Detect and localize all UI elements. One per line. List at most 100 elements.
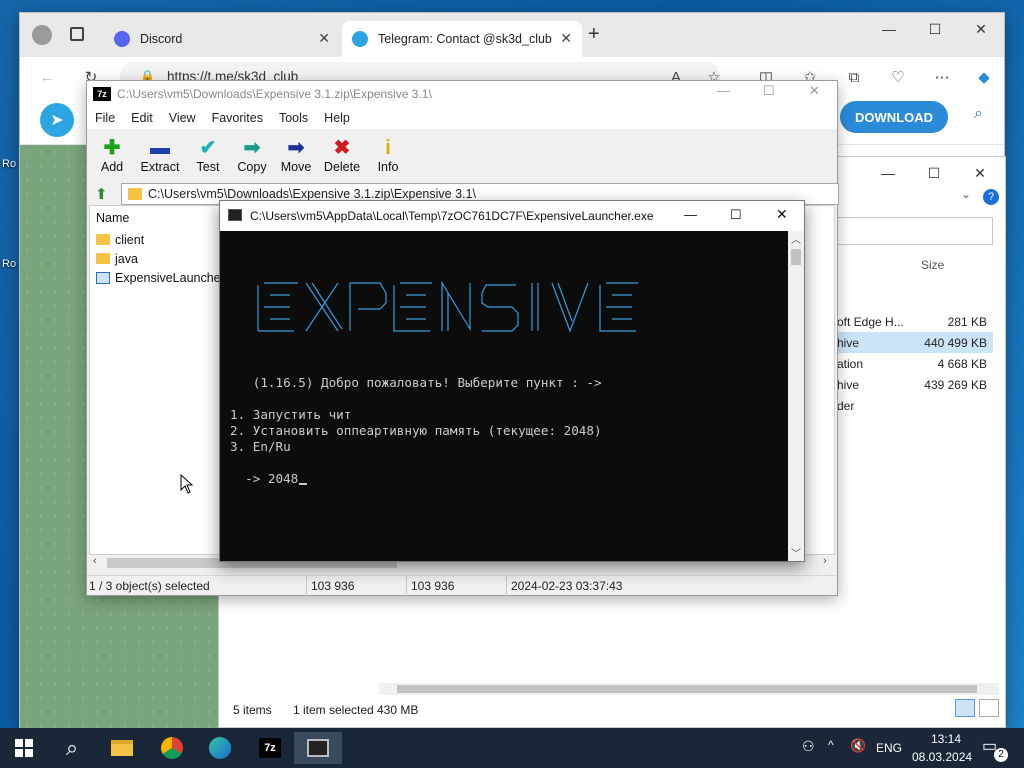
- menu-bar: File Edit View Favorites Tools Help: [87, 107, 837, 129]
- menu-view[interactable]: View: [169, 111, 196, 125]
- status-bar: 1 / 3 object(s) selected 103 936 103 936…: [87, 575, 837, 596]
- scroll-left-icon[interactable]: ‹: [93, 555, 97, 567]
- close-tab-icon[interactable]: ✕: [560, 30, 572, 47]
- info-button[interactable]: i Info: [369, 129, 407, 181]
- exe-file-icon: [96, 271, 110, 284]
- console-line: 1. Запустить чит: [230, 407, 352, 422]
- menu-file[interactable]: File: [95, 111, 115, 125]
- close-button[interactable]: ✕: [957, 157, 1003, 189]
- list-item[interactable]: hive 440 499 KB: [837, 332, 993, 353]
- volume-muted-icon[interactable]: 🔇: [850, 738, 866, 754]
- menu-favorites[interactable]: Favorites: [212, 111, 263, 125]
- list-item[interactable]: oft Edge H... 281 KB: [837, 311, 993, 332]
- browser-essentials-icon[interactable]: ♡: [887, 66, 909, 88]
- download-button[interactable]: DOWNLOAD: [840, 101, 948, 133]
- menu-tools[interactable]: Tools: [279, 111, 308, 125]
- taskbar-chrome[interactable]: [148, 732, 196, 764]
- collections-icon[interactable]: ⧉: [843, 66, 865, 88]
- back-icon[interactable]: ←: [36, 66, 58, 88]
- telegram-logo-icon[interactable]: ➤: [40, 103, 74, 137]
- copilot-icon[interactable]: ◆: [973, 66, 995, 88]
- taskbar-file-explorer[interactable]: [98, 732, 146, 764]
- new-tab-button[interactable]: +: [588, 23, 600, 46]
- maximize-button[interactable]: ☐: [911, 157, 957, 189]
- scroll-down-icon[interactable]: ﹀: [791, 545, 801, 560]
- large-icons-view-icon[interactable]: [979, 699, 999, 717]
- minimize-button[interactable]: —: [717, 83, 730, 98]
- clock-date[interactable]: 08.03.2024: [912, 750, 972, 764]
- clock-time[interactable]: 13:14: [924, 732, 968, 746]
- copy-icon: ➡: [243, 137, 261, 159]
- start-button[interactable]: [0, 732, 48, 764]
- button-label: Delete: [323, 160, 361, 174]
- test-button[interactable]: ✔ Test: [189, 129, 227, 181]
- list-item[interactable]: ation 4 668 KB: [837, 353, 993, 374]
- search-input[interactable]: [837, 217, 993, 245]
- delete-icon: ✖: [333, 137, 351, 159]
- scroll-up-icon[interactable]: ︿: [791, 231, 801, 246]
- close-tab-icon[interactable]: ✕: [318, 30, 330, 47]
- telegram-icon: [352, 31, 368, 47]
- taskbar-console[interactable]: [294, 732, 342, 764]
- show-hidden-icons-icon[interactable]: ^: [828, 738, 834, 752]
- folder-icon: [111, 740, 133, 756]
- button-label: Test: [196, 160, 220, 174]
- close-button[interactable]: ✕: [776, 206, 788, 223]
- chevron-down-icon[interactable]: ⌄: [961, 187, 971, 201]
- status-items: 5 items: [233, 703, 272, 717]
- path-text: C:\Users\vm5\Downloads\Expensive 3.1.zip…: [148, 187, 476, 201]
- item-size: 281 KB: [947, 314, 987, 329]
- language-indicator[interactable]: ENG: [876, 741, 902, 755]
- status-size: 430 MB: [377, 703, 419, 717]
- search-icon[interactable]: ⌕: [974, 105, 983, 123]
- console-icon: [307, 739, 329, 757]
- taskbar-edge[interactable]: [196, 732, 244, 764]
- scrollbar-thumb[interactable]: [791, 249, 801, 265]
- tab-discord[interactable]: Discord ✕: [104, 21, 340, 57]
- column-size[interactable]: Size: [921, 258, 944, 272]
- maximize-button[interactable]: ☐: [730, 207, 742, 223]
- details-view-icon[interactable]: [955, 699, 975, 717]
- delete-button[interactable]: ✖ Delete: [321, 129, 363, 181]
- profile-avatar[interactable]: [32, 25, 52, 45]
- menu-edit[interactable]: Edit: [131, 111, 153, 125]
- status-modified: 2024-02-23 03:37:43: [511, 578, 623, 593]
- minimize-button[interactable]: —: [866, 13, 912, 45]
- desktop-icon-label[interactable]: Ro: [2, 258, 16, 270]
- scrollbar-thumb[interactable]: [397, 685, 977, 693]
- menu-help[interactable]: Help: [324, 111, 350, 125]
- maximize-button[interactable]: ☐: [763, 83, 775, 99]
- button-label: Info: [377, 160, 399, 174]
- console-output[interactable]: (1.16.5) Добро пожаловать! Выберите пунк…: [220, 231, 788, 561]
- move-button[interactable]: ➡ Move: [277, 129, 315, 181]
- horizontal-scrollbar[interactable]: [379, 683, 999, 695]
- list-item[interactable]: der: [837, 395, 993, 416]
- list-item[interactable]: hive 439 269 KB: [837, 374, 993, 395]
- tab-actions-icon[interactable]: [70, 27, 84, 41]
- desktop-icon-label[interactable]: Ro: [2, 158, 16, 170]
- item-name: hive: [837, 335, 860, 350]
- add-button[interactable]: ✚ Add: [93, 129, 131, 181]
- console-prompt[interactable]: -> 2048: [230, 471, 308, 487]
- minimize-button[interactable]: —: [865, 157, 911, 189]
- minimize-button[interactable]: —: [684, 207, 697, 222]
- close-button[interactable]: ✕: [809, 83, 820, 99]
- button-label: Add: [100, 160, 124, 174]
- item-size: 439 269 KB: [924, 377, 987, 392]
- tab-telegram[interactable]: Telegram: Contact @sk3d_club ✕: [342, 21, 582, 57]
- extract-button[interactable]: ▬ Extract: [137, 129, 183, 181]
- people-icon[interactable]: ⚇: [802, 738, 815, 755]
- search-icon[interactable]: ⌕: [48, 732, 96, 764]
- maximize-button[interactable]: ☐: [912, 13, 958, 45]
- folder-up-icon[interactable]: ⬆: [95, 185, 108, 203]
- prompt-input-text: -> 2048: [230, 471, 299, 486]
- help-icon[interactable]: ?: [983, 189, 999, 205]
- close-button[interactable]: ✕: [958, 13, 1004, 45]
- more-menu-icon[interactable]: ⋯: [931, 66, 953, 88]
- discord-icon: [114, 31, 130, 47]
- copy-button[interactable]: ➡ Copy: [233, 129, 271, 181]
- scroll-right-icon[interactable]: ›: [823, 555, 827, 567]
- vertical-scrollbar[interactable]: ︿ ﹀: [788, 231, 804, 561]
- taskbar-7zip[interactable]: 7z: [246, 732, 294, 764]
- console-line: 2. Установить оппеартивную память (текущ…: [230, 423, 602, 438]
